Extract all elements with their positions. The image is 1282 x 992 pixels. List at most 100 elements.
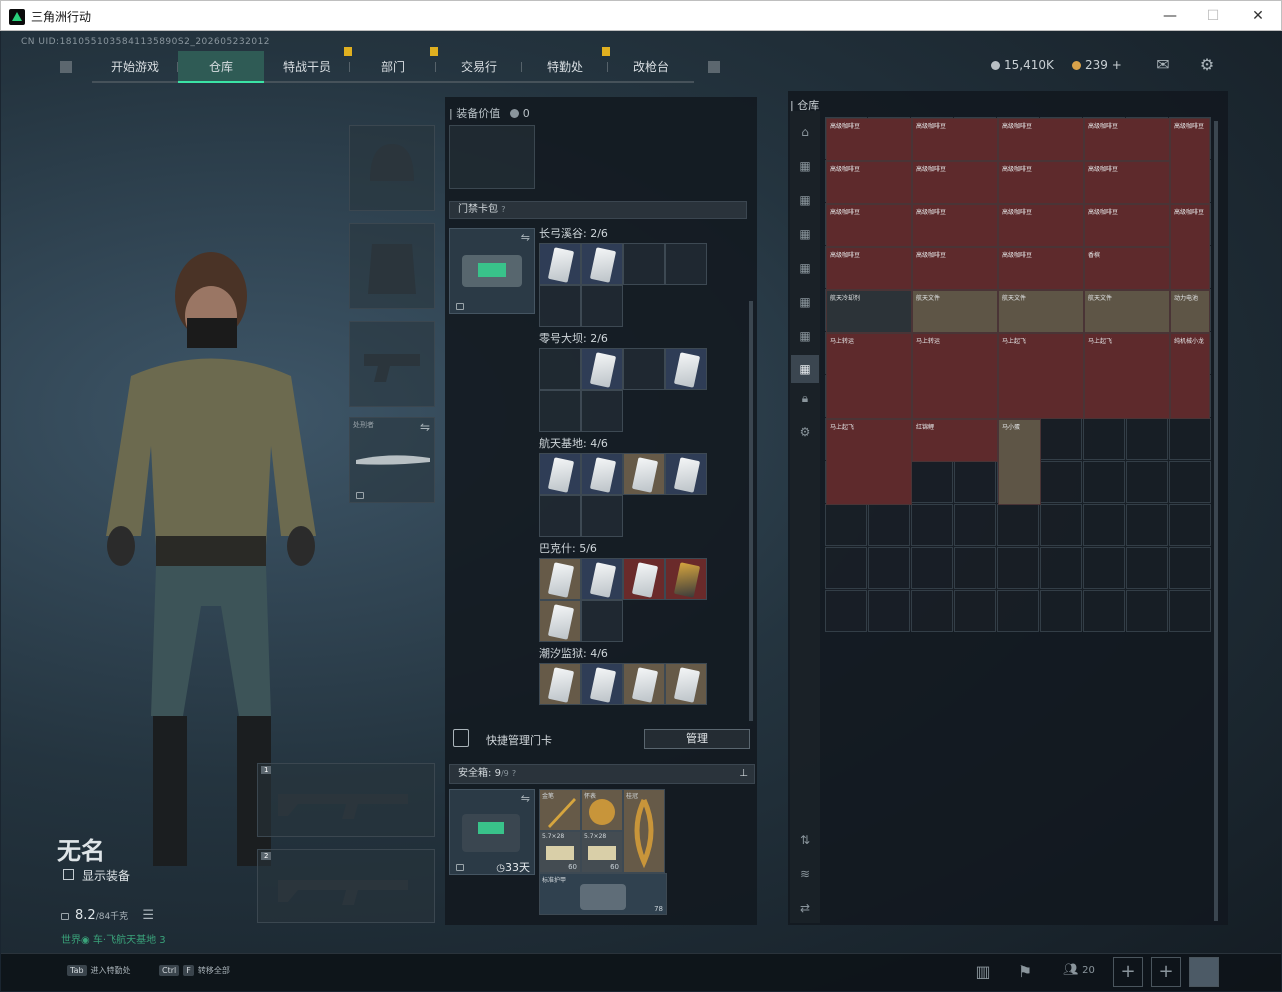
nav-right-key-icon[interactable] (708, 61, 720, 73)
warehouse-item-mech-dragon[interactable]: 纯机械小龙 (1170, 333, 1210, 419)
empty-cell[interactable] (665, 243, 707, 285)
flag-icon[interactable]: ⚑ (1013, 962, 1037, 984)
grid-cell[interactable] (911, 590, 953, 632)
swap-icon[interactable]: ⇋ (521, 231, 530, 244)
lock-icon[interactable]: 🔒︎ (797, 391, 813, 407)
hint-transfer-all[interactable]: Ctrl F 转移全部 (159, 965, 230, 976)
empty-cell[interactable] (539, 390, 581, 432)
keycard-cell[interactable] (539, 663, 581, 705)
empty-cell[interactable] (581, 600, 623, 642)
tab-operators[interactable]: 特战干员 (264, 47, 352, 83)
grid-cell[interactable] (1169, 418, 1211, 460)
tab-trade[interactable]: 交易行 (436, 51, 522, 83)
keycard-cell[interactable] (623, 558, 665, 600)
currency-premium[interactable]: 239 + (1072, 58, 1122, 72)
keycard-scrollbar[interactable] (749, 301, 753, 721)
keycard-cell[interactable] (665, 348, 707, 390)
manage-button[interactable]: 管理 (644, 729, 750, 749)
keycard-cell[interactable] (665, 663, 707, 705)
keycard-cell[interactable] (623, 453, 665, 495)
safe-item[interactable]: 5.7×28 60 (581, 831, 623, 873)
sort-icon[interactable]: ⇅ (797, 833, 813, 849)
warehouse-item-battery[interactable]: 动力电池 (1170, 290, 1210, 333)
pistol-slot[interactable] (349, 321, 435, 407)
show-gear-checkbox[interactable] (63, 869, 74, 880)
warehouse-tab-icon[interactable]: ▦ (797, 227, 813, 243)
warehouse-item-champagne[interactable]: 香槟 (1084, 247, 1170, 290)
keycard-cell[interactable] (665, 558, 707, 600)
grid-cell[interactable] (997, 504, 1039, 546)
grid-cell[interactable] (868, 504, 910, 546)
primary-weapon-slot[interactable]: 1 (257, 763, 435, 837)
grid-cell[interactable] (1040, 547, 1082, 589)
grid-cell[interactable] (825, 590, 867, 632)
warehouse-item-coffee[interactable]: 高级咖啡豆 (912, 161, 998, 204)
currency-coins[interactable]: 15,410K (991, 58, 1054, 72)
warehouse-item-coffee[interactable]: 高级咖啡豆 (998, 161, 1084, 204)
grid-cell[interactable] (1126, 461, 1168, 503)
safe-item[interactable]: 桂冠 (623, 789, 665, 873)
keycard-cell[interactable] (665, 453, 707, 495)
keycard-cell[interactable] (581, 243, 623, 285)
empty-cell[interactable] (623, 348, 665, 390)
grid-cell[interactable] (1040, 461, 1082, 503)
empty-cell[interactable] (539, 348, 581, 390)
warehouse-item-coffee[interactable]: 高级咖啡豆 (826, 161, 912, 204)
invite-slot-button[interactable]: + (1151, 957, 1181, 987)
warehouse-item-coffee[interactable]: 高级咖啡豆 (998, 204, 1084, 247)
helmet-slot[interactable] (349, 125, 435, 211)
grid-cell[interactable] (1169, 547, 1211, 589)
empty-cell[interactable] (539, 285, 581, 327)
grid-cell[interactable] (1083, 590, 1125, 632)
grid-cell[interactable] (1169, 461, 1211, 503)
tab-warehouse[interactable]: 仓库 (178, 51, 264, 83)
keycard-wallet[interactable]: ⇋ (449, 228, 535, 314)
warehouse-item-coffee-bag[interactable]: 高级咖啡豆 (1170, 204, 1210, 290)
keycard-cell[interactable] (581, 453, 623, 495)
grid-cell[interactable] (1126, 547, 1168, 589)
safe-item[interactable]: 标准护甲 78 (539, 873, 667, 915)
warehouse-tab-icon-active[interactable]: ▦ (791, 355, 819, 383)
grid-cell[interactable] (997, 590, 1039, 632)
warehouse-item-coffee[interactable]: 高级咖啡豆 (998, 118, 1084, 161)
hint-special-ops[interactable]: Tab 进入特勤处 (67, 965, 131, 976)
swap-icon[interactable]: ⇋ (420, 420, 430, 434)
grid-cell[interactable] (954, 590, 996, 632)
grid-cell[interactable] (1040, 504, 1082, 546)
warehouse-item-document[interactable]: 航天文件 (998, 290, 1084, 333)
gear-icon[interactable]: ⚙ (1197, 55, 1217, 75)
grid-cell[interactable] (1083, 418, 1125, 460)
stats-icon[interactable]: ▥ (971, 962, 995, 984)
grid-cell[interactable] (911, 504, 953, 546)
mail-icon[interactable]: ✉ (1153, 55, 1173, 75)
warehouse-tab-icon[interactable]: ▦ (797, 329, 813, 345)
nav-left-key-icon[interactable] (60, 61, 72, 73)
secondary-weapon-slot[interactable]: 2 (257, 849, 435, 923)
warehouse-tab-icon[interactable]: ▦ (797, 295, 813, 311)
safe-item[interactable]: 5.7×28 60 (539, 831, 581, 873)
grid-cell[interactable] (954, 547, 996, 589)
grid-cell[interactable] (1169, 504, 1211, 546)
keycard-cell[interactable] (581, 663, 623, 705)
warehouse-tab-icon[interactable]: ⌂ (797, 125, 813, 141)
keycard-cell[interactable] (581, 348, 623, 390)
warehouse-item-lucky-compass[interactable]: 马上转运 (826, 333, 912, 419)
keycard-cell[interactable] (539, 453, 581, 495)
grid-cell[interactable] (1126, 590, 1168, 632)
swap-icon[interactable]: ⇋ (521, 792, 530, 805)
tab-special-ops[interactable]: 特勤处 (522, 47, 610, 83)
grid-cell[interactable] (1040, 418, 1082, 460)
warehouse-item-coffee[interactable]: 高级咖啡豆 (1084, 118, 1170, 161)
close-button[interactable]: ✕ (1245, 5, 1271, 27)
warehouse-item-document[interactable]: 航天文件 (1084, 290, 1170, 333)
warehouse-item-horse-statue[interactable]: 马上起飞 (826, 419, 912, 505)
warehouse-item-coffee[interactable]: 高级咖啡豆 (826, 118, 912, 161)
warehouse-item-coffee[interactable]: 高级咖啡豆 (826, 204, 912, 247)
grid-cell[interactable] (1126, 504, 1168, 546)
warehouse-item-egg-figure[interactable]: 马小蛋 (998, 419, 1041, 505)
warehouse-item-coffee-bag[interactable]: 高级咖啡豆 (1170, 118, 1210, 204)
safe-item[interactable]: 金笔 (539, 789, 581, 831)
safebox-slot[interactable]: ⇋ ◷33天 (449, 789, 535, 875)
empty-cell[interactable] (581, 285, 623, 327)
transfer-icon[interactable]: ⇄ (797, 901, 813, 917)
